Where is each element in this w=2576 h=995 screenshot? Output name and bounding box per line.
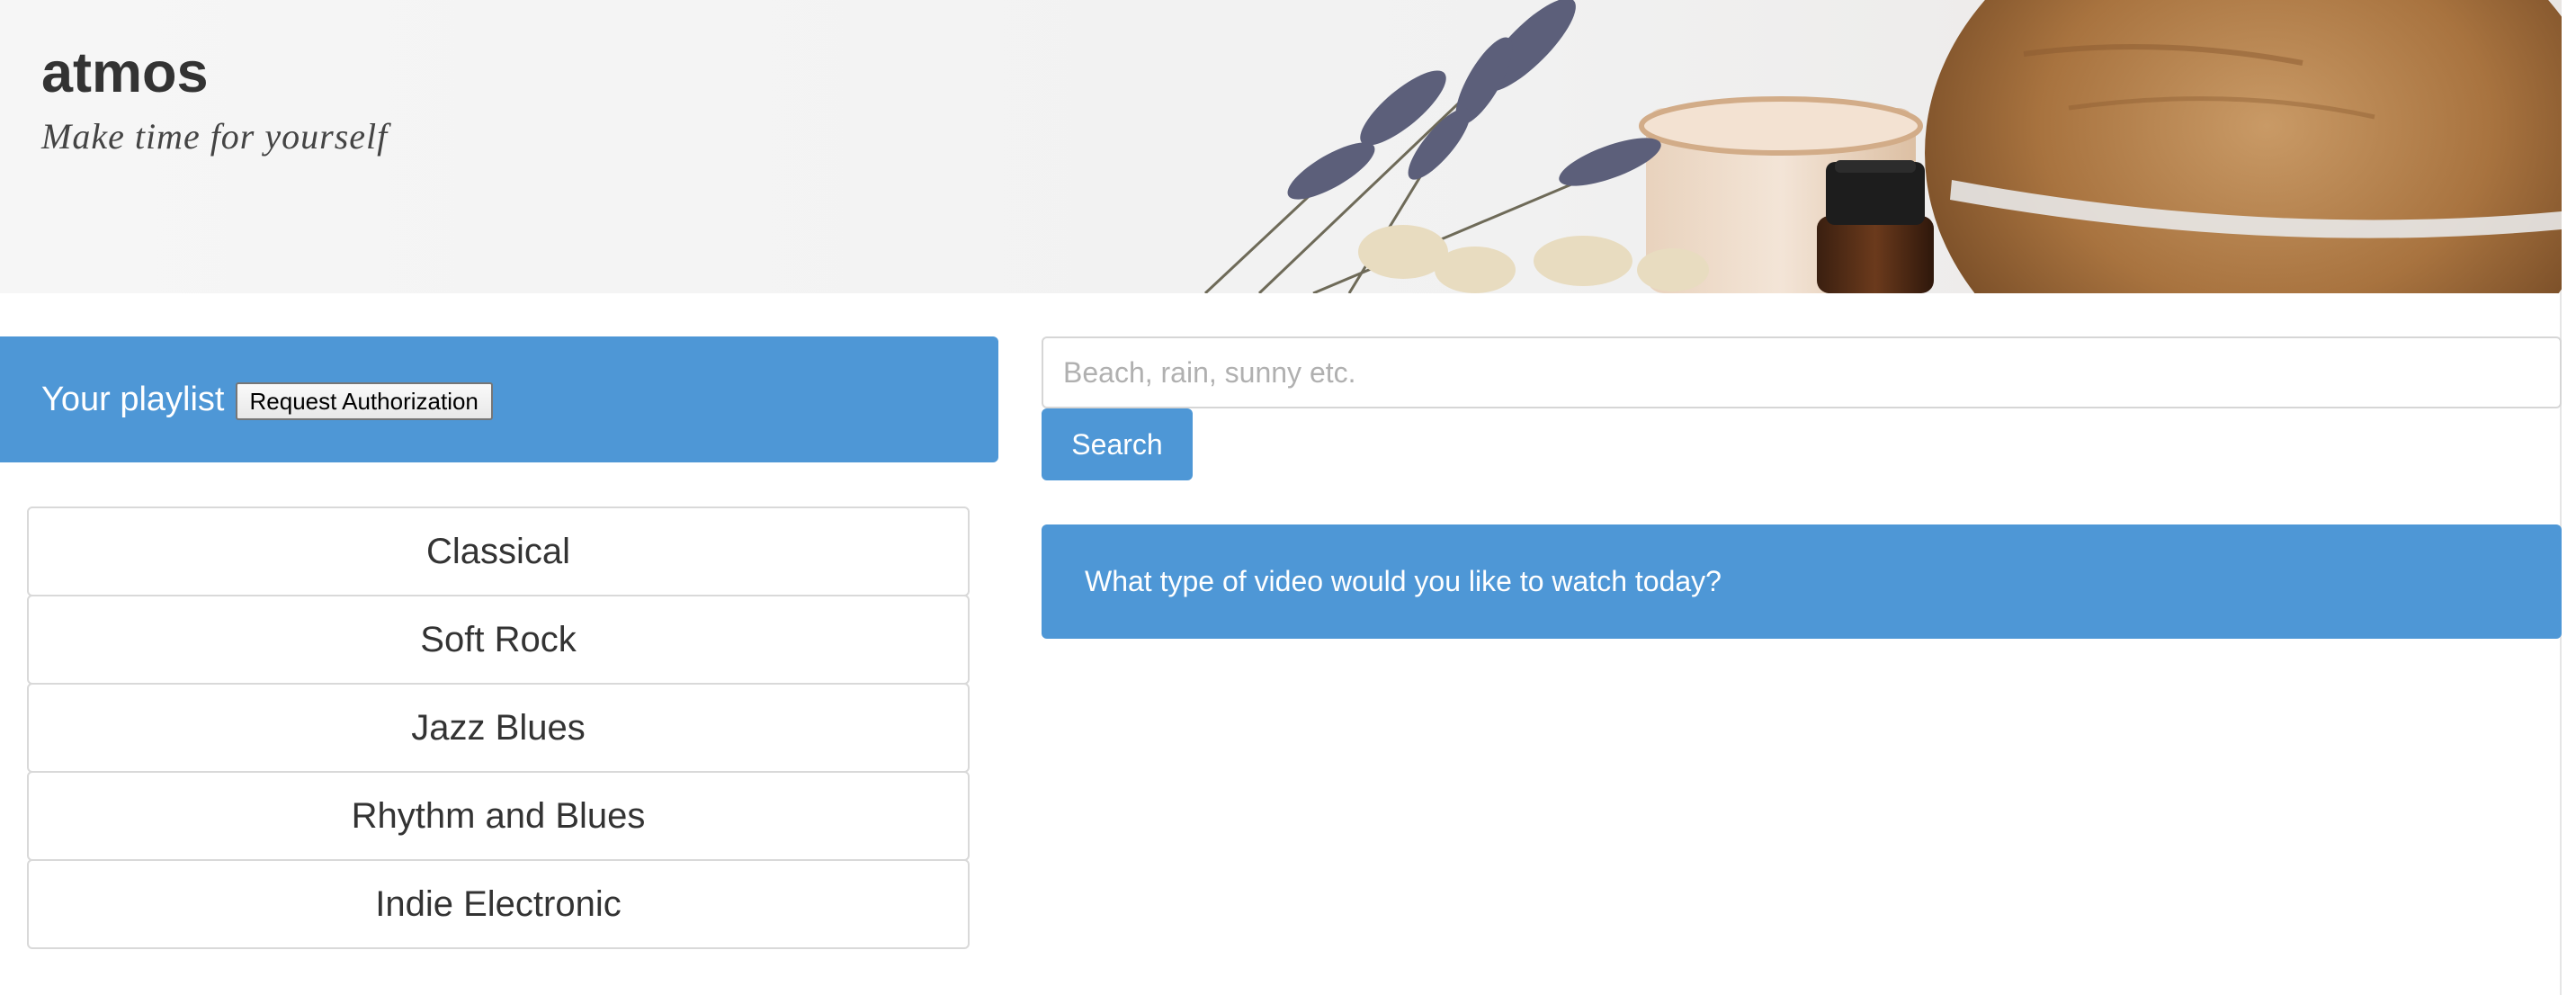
video-prompt-banner: What type of video would you like to wat… bbox=[1042, 524, 2562, 639]
genre-item-classical[interactable]: Classical bbox=[27, 506, 970, 596]
genre-list: Classical Soft Rock Jazz Blues Rhythm an… bbox=[27, 506, 970, 949]
video-prompt-text: What type of video would you like to wat… bbox=[1085, 565, 1722, 597]
search-button[interactable]: Search bbox=[1042, 408, 1193, 480]
search-input[interactable] bbox=[1042, 336, 2562, 408]
genre-item-soft-rock[interactable]: Soft Rock bbox=[27, 595, 970, 685]
request-authorization-button[interactable]: Request Authorization bbox=[235, 382, 493, 420]
playlist-title: Your playlist bbox=[41, 380, 225, 418]
genre-item-jazz-blues[interactable]: Jazz Blues bbox=[27, 683, 970, 773]
brand-title: atmos bbox=[41, 41, 209, 104]
genre-item-indie-electronic[interactable]: Indie Electronic bbox=[27, 859, 970, 949]
genre-item-rhythm-and-blues[interactable]: Rhythm and Blues bbox=[27, 771, 970, 861]
playlist-header: Your playlist Request Authorization bbox=[0, 336, 998, 462]
tagline: Make time for yourself bbox=[41, 116, 389, 157]
hero-banner: atmos Make time for yourself bbox=[0, 0, 2562, 293]
